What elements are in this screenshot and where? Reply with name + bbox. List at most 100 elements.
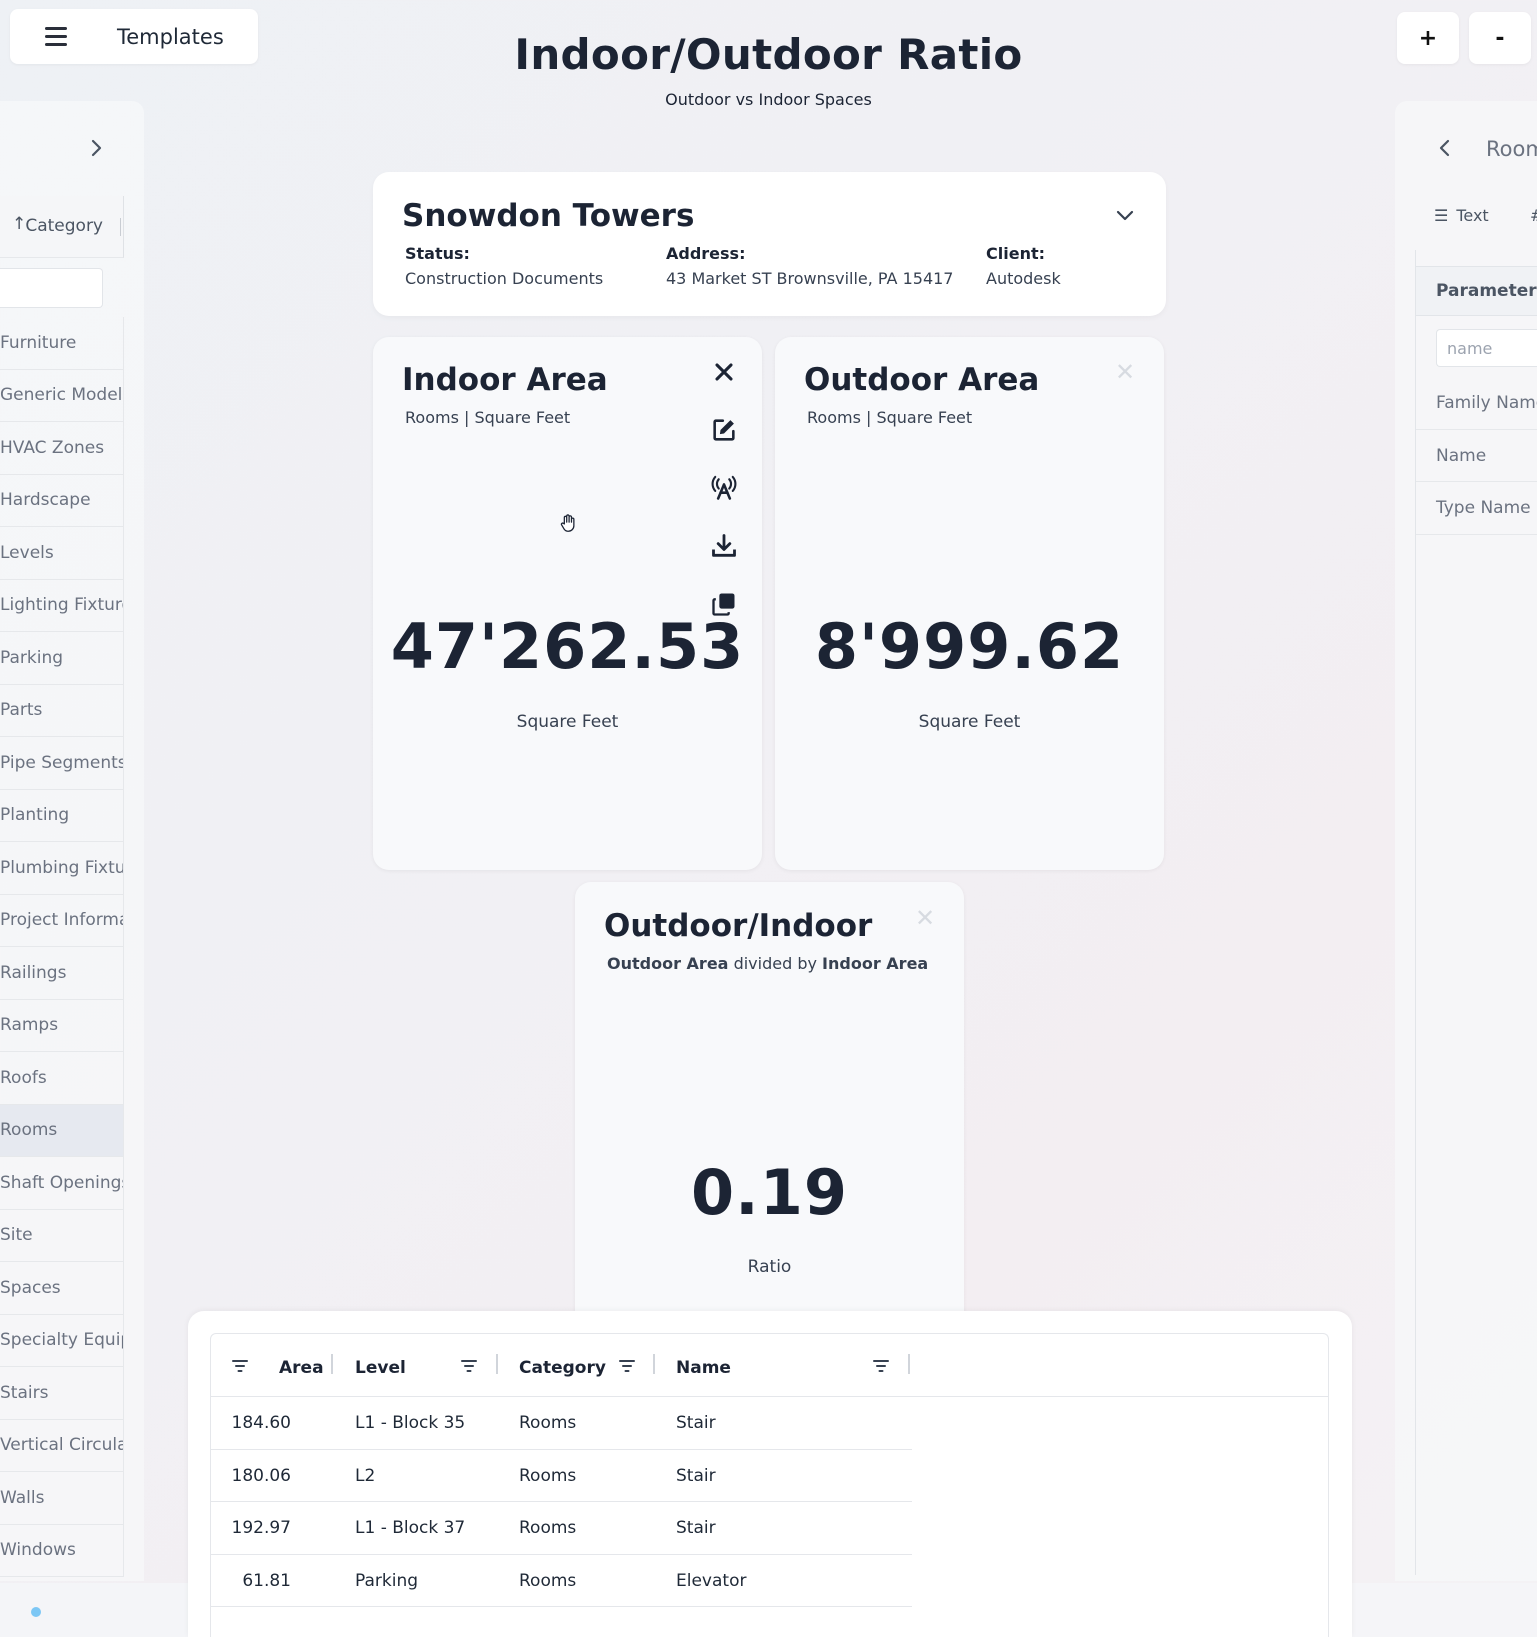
sidebar-item-label: Stairs (0, 1382, 49, 1403)
sidebar-item-category[interactable]: Rooms (0, 1104, 123, 1157)
sidebar-item-category[interactable]: Plumbing Fixtures (0, 842, 123, 895)
parameter-list-item[interactable]: Name (1416, 430, 1537, 482)
table-cell-category: Rooms (519, 1465, 577, 1486)
expand-sidebar-chevron-icon[interactable] (84, 136, 108, 160)
outdoor-area-unit: Square Feet (918, 712, 1021, 732)
sidebar-item-category[interactable]: Vertical Circulation (0, 1420, 123, 1472)
ratio-close-icon[interactable]: ✕ (915, 904, 935, 932)
category-header-label: Category (25, 216, 103, 236)
table-cell-name: Stair (676, 1465, 716, 1486)
table-cell-area: 180.06 (231, 1465, 291, 1486)
sidebar-item-category[interactable]: Generic Models (0, 370, 123, 422)
sidebar-item-category[interactable]: Project Information (0, 895, 123, 947)
sidebar-item-label: Ramps (0, 1015, 59, 1036)
sidebar-item-category[interactable]: Specialty Equipment (0, 1315, 123, 1367)
category-list: Furniture Generic Models HVAC Zones Hardsca… (0, 317, 124, 1577)
sidebar-item-label: Generic Models (0, 385, 123, 406)
sidebar-item-label: Parts (0, 700, 43, 721)
sidebar-item-label: Planting (0, 805, 70, 826)
sidebar-item-category[interactable]: Lighting Fixtures (0, 580, 123, 632)
sidebar-item-category[interactable]: Pipe Segments (0, 737, 123, 790)
sidebar-item-category[interactable]: Spaces (0, 1262, 123, 1315)
column-resize-handle[interactable] (120, 218, 121, 236)
column-header-area[interactable]: Area (279, 1358, 324, 1378)
sidebar-item-category[interactable]: Windows (0, 1525, 123, 1577)
sidebar-item-label: Project Information (0, 910, 123, 931)
parameter-column-header[interactable]: Parameter (1416, 266, 1537, 316)
indoor-area-unit: Square Feet (516, 712, 619, 732)
panel-title: Rooms (1486, 137, 1537, 161)
tab-number[interactable]: # (1530, 206, 1537, 225)
ratio-card-title: Outdoor/Indoor (604, 908, 873, 944)
sidebar-item-category[interactable]: Furniture (0, 317, 123, 370)
sidebar-item-category[interactable]: HVAC Zones (0, 422, 123, 475)
parameter-sidebar (1395, 101, 1537, 1581)
table-cell-level: L1 - Block 37 (355, 1518, 466, 1538)
sidebar-item-label: HVAC Zones (0, 437, 105, 458)
edit-icon[interactable] (710, 416, 738, 444)
duplicate-icon[interactable] (710, 590, 738, 618)
sidebar-item-category[interactable]: Site (0, 1210, 123, 1262)
column-resize-handle[interactable] (331, 1354, 333, 1374)
column-resize-handle[interactable] (496, 1354, 498, 1374)
indoor-area-value: 47'262.53 (390, 610, 745, 683)
sidebar-item-category[interactable]: Stairs (0, 1367, 123, 1420)
outdoor-close-icon[interactable]: ✕ (1115, 358, 1135, 386)
sidebar-item-category[interactable]: Roofs (0, 1052, 123, 1105)
column-header-name[interactable]: Name (676, 1358, 731, 1378)
table-row[interactable]: 184.60 L1 - Block 35 Rooms Stair (211, 1397, 912, 1450)
table-cell-category: Rooms (519, 1413, 577, 1433)
sidebar-item-category[interactable]: Ramps (0, 1000, 123, 1052)
column-resize-handle[interactable] (653, 1354, 655, 1374)
table-row[interactable]: 61.81 Parking Rooms Elevator (211, 1555, 912, 1607)
filter-icon[interactable] (871, 1356, 891, 1376)
status-label: Status: (405, 244, 470, 263)
download-icon[interactable] (710, 532, 738, 560)
collapse-panel-chevron-icon[interactable] (1433, 136, 1457, 160)
page-subtitle: Outdoor vs Indoor Spaces (665, 90, 872, 109)
outdoor-card-subtitle: Rooms | Square Feet (807, 408, 973, 427)
sidebar-item-label: Pipe Segments (0, 752, 123, 773)
address-label: Address: (666, 244, 746, 263)
ratio-value: 0.19 (691, 1156, 848, 1229)
sidebar-item-category[interactable]: Railings (0, 947, 123, 1000)
close-icon[interactable] (710, 358, 738, 386)
table-cell-area: 184.60 (231, 1413, 291, 1433)
address-value: 43 Market ST Brownsville, PA 15417 (666, 269, 954, 288)
parameter-list-item[interactable]: Type Name (1416, 482, 1537, 535)
parameter-list: Family Name Name Type Name (1416, 377, 1537, 535)
sidebar-item-category[interactable]: Levels (0, 527, 123, 580)
ratio-unit: Ratio (747, 1257, 792, 1277)
column-header-level[interactable]: Level (355, 1358, 406, 1378)
sidebar-item-label: Windows (0, 1540, 76, 1561)
column-header-category[interactable]: Category (519, 1358, 606, 1378)
filter-icon[interactable] (617, 1356, 637, 1376)
broadcast-icon[interactable] (710, 474, 738, 502)
chevron-down-icon[interactable] (1113, 203, 1137, 227)
status-indicator (31, 1607, 41, 1617)
sidebar-item-category[interactable]: Hardscape (0, 475, 123, 527)
filter-icon[interactable] (230, 1356, 250, 1376)
tab-text[interactable]: ☰ Text (1434, 206, 1489, 225)
parameter-filter-input[interactable]: name (1436, 329, 1537, 367)
category-filter-input[interactable] (0, 268, 103, 308)
sidebar-item-category[interactable]: Planting (0, 790, 123, 842)
column-resize-handle[interactable] (908, 1354, 910, 1374)
sidebar-item-category[interactable]: Parking (0, 632, 123, 685)
table-row[interactable]: 180.06 L2 Rooms Stair (211, 1450, 912, 1502)
sidebar-item-category[interactable]: Shaft Openings (0, 1157, 123, 1210)
sidebar-item-category[interactable]: Parts (0, 685, 123, 737)
parameter-list-item[interactable]: Family Name (1416, 377, 1537, 430)
table-cell-level: L1 - Block 35 (355, 1413, 466, 1433)
sidebar-item-label: Specialty Equipment (0, 1330, 123, 1351)
status-value: Construction Documents (405, 269, 604, 288)
client-label: Client: (986, 244, 1045, 263)
sidebar-item-category[interactable]: Walls (0, 1472, 123, 1525)
category-column-header[interactable]: ↑ Category (0, 196, 124, 258)
sidebar-item-label: Plumbing Fixtures (0, 857, 123, 878)
table-row[interactable]: 192.97 L1 - Block 37 Rooms Stair (211, 1502, 912, 1555)
table-cell-level: Parking (355, 1570, 419, 1591)
sidebar-item-label: Roofs (0, 1067, 47, 1088)
filter-icon[interactable] (459, 1356, 479, 1376)
table-cell-category: Rooms (519, 1570, 577, 1591)
